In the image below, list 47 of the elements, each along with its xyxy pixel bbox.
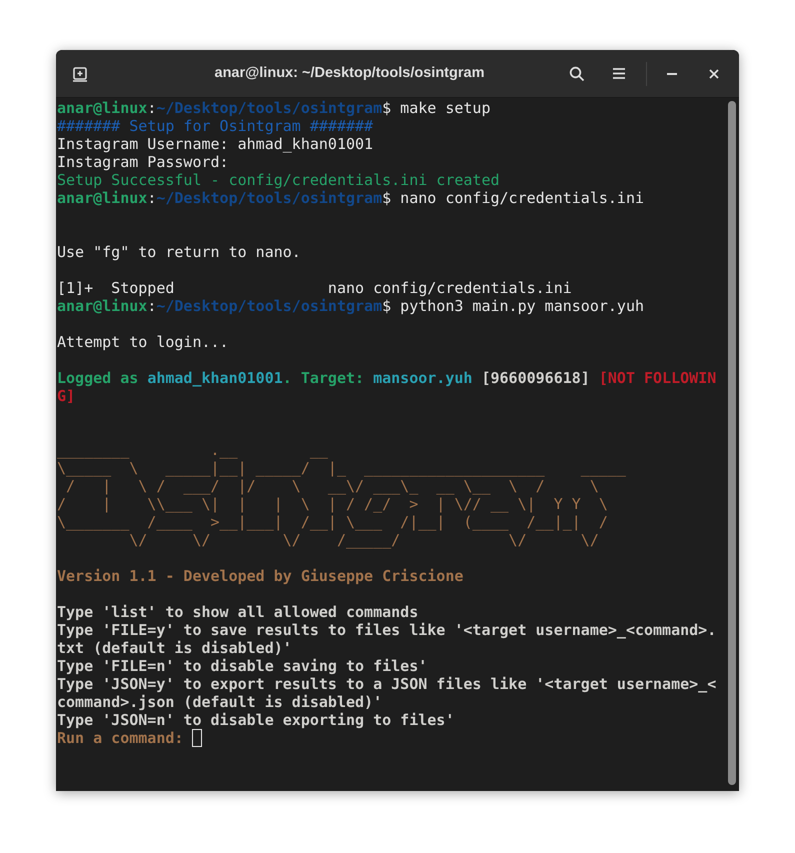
terminal-text: Version 1.1 - Developed by Giuseppe Criscione (57, 567, 464, 585)
terminal-text: Type 'FILE=y' to save results to files like '<target username>_<command>. (57, 621, 716, 639)
terminal-text: Type 'FILE=n' to disable saving to files' (57, 657, 428, 675)
terminal-text: : (147, 189, 156, 207)
terminal-text: Setup Successful - config/credentials.ini created (57, 171, 500, 189)
terminal-text: $ python3 main.py mansoor.yuh (382, 297, 644, 315)
terminal-text: mansoor.yuh (373, 369, 472, 387)
prompt-path: ~/Desktop/tools/osintgram (156, 189, 382, 207)
terminal-text: [NOT FOLLOWIN (598, 369, 716, 387)
ascii-banner-text: \/ \/ \/ /_____/ \/ \/ (128, 531, 599, 549)
terminal-text: : (147, 99, 156, 117)
terminal-text: command>.json (default is disabled)' (57, 693, 382, 711)
terminal-text: Type 'JSON=n' to disable exporting to files' (57, 711, 454, 729)
terminal-text: Type 'JSON=y' to export results to a JSON files like '<target username>_< (57, 675, 716, 693)
terminal-text: Instagram Password: (57, 153, 229, 171)
terminal-text: . Target: (282, 369, 366, 387)
terminal-text: $ make setup (382, 99, 490, 117)
close-icon (709, 68, 719, 78)
terminal-text: $ nano config/credentials.ini (382, 189, 644, 207)
terminal-text: Instagram Username: ahmad_khan01001 (57, 135, 374, 153)
terminal-text: Logged as (57, 369, 140, 387)
terminal-text: [9660096618] (480, 369, 591, 387)
terminal-text: G] (57, 387, 76, 405)
prompt-user: anar@linux (57, 99, 148, 117)
terminal-text: ####### Setup for Osintgram ####### (57, 117, 374, 135)
window-title: anar@linux: ~/Desktop/tools/osintgram (214, 64, 484, 83)
terminal-text: Type 'list' to show all allowed commands (57, 603, 418, 621)
minimize-icon (667, 72, 677, 74)
terminal-text: Attempt to login... (57, 333, 229, 351)
prompt-user: anar@linux (57, 189, 148, 207)
terminal-text: ahmad_khan01001 (147, 369, 283, 387)
prompt-user: anar@linux (57, 297, 148, 315)
ascii-banner-text: \_______ /____ >__|___| /__| \___ /|__| (____ /__|_| / (57, 513, 608, 531)
terminal-text: [1]+ Stopped nano config/credentials.ini (57, 279, 572, 297)
prompt-path: ~/Desktop/tools/osintgram (156, 99, 382, 117)
ascii-banner-text: / | \ / ___/ |/ \ __\/ ___\_ __ \__ \ / \ (65, 477, 599, 495)
prompt-path: ~/Desktop/tools/osintgram (156, 297, 382, 315)
terminal-text: txt (default is disabled)' (57, 639, 292, 657)
ascii-banner-text: \_____ \ _____|__| _____/ |_ ____________________ _____ (57, 459, 626, 477)
menu-icon (613, 68, 625, 79)
new-tab-icon (72, 66, 88, 82)
terminal-text: : (147, 297, 156, 315)
ascii-banner-text: ________ .__ __ (57, 441, 328, 459)
search-icon (569, 66, 585, 82)
terminal-text: Run a command: (57, 729, 184, 747)
terminal-text: Use "fg" to return to nano. (57, 243, 301, 261)
ascii-banner-text: / | \\___ \| | | \ | / /_/ > | \// __ \| Y Y \ (57, 495, 608, 513)
